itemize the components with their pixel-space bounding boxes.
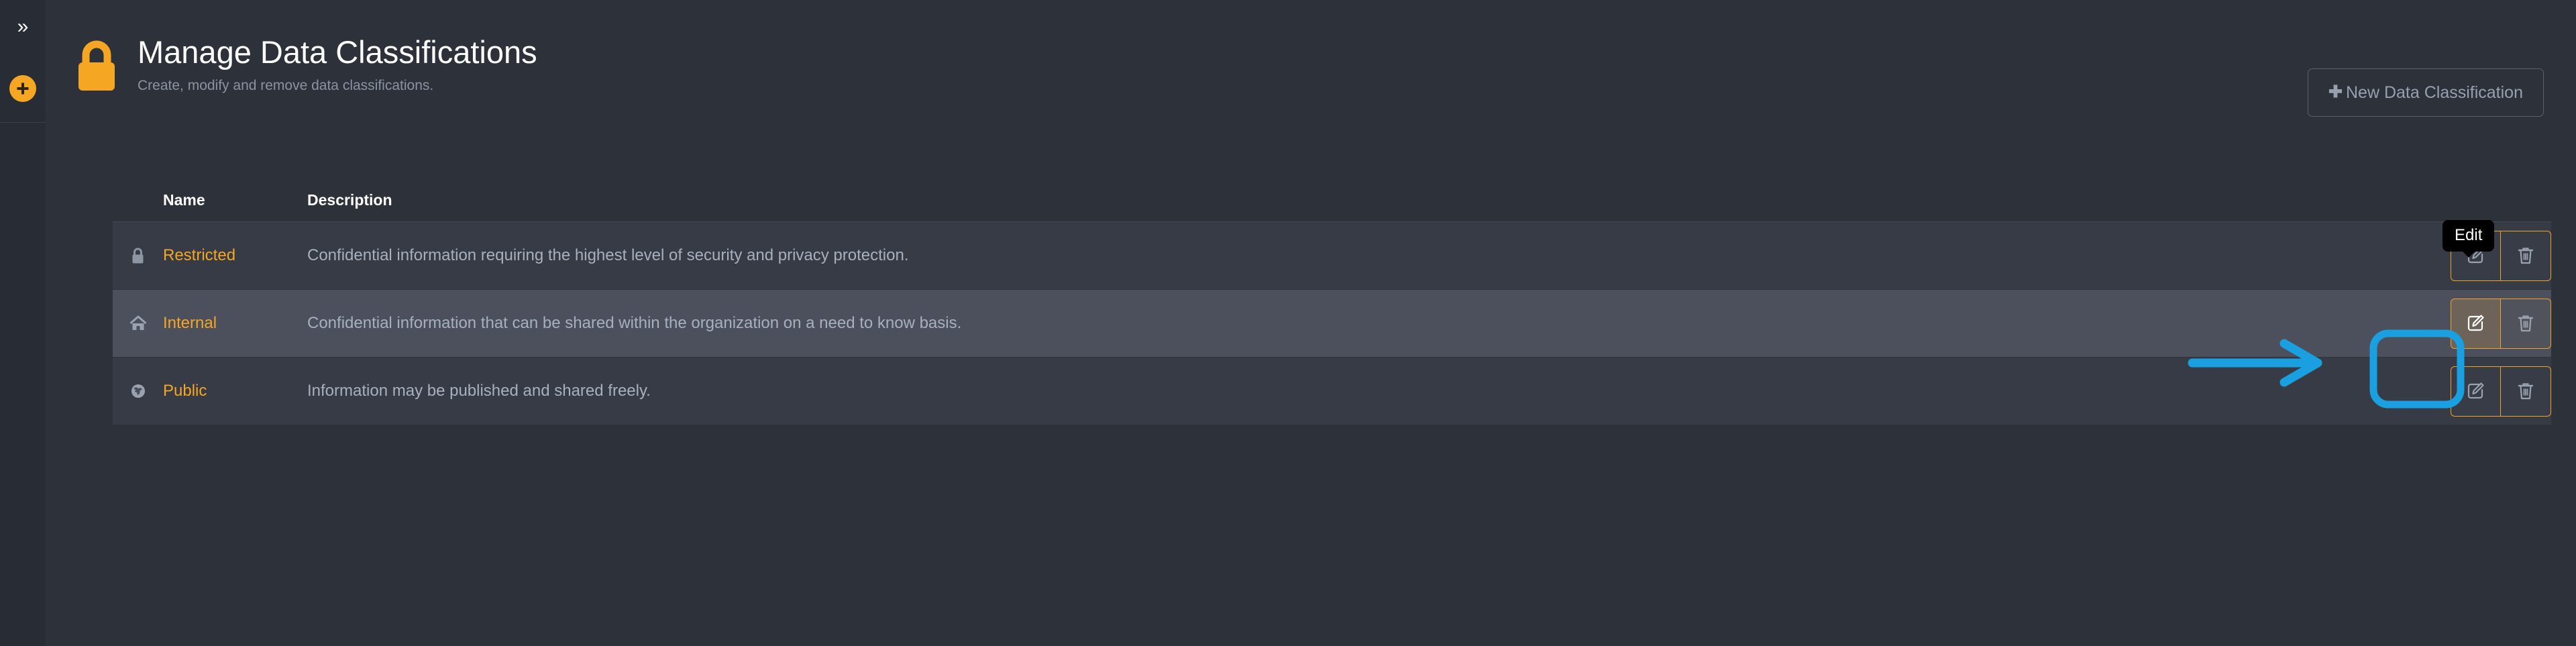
chevron-double-right-icon: »	[17, 15, 29, 38]
row-icon-cell	[113, 290, 163, 358]
row-description: Confidential information that can be sha…	[307, 314, 962, 332]
new-data-classification-label: New Data Classification	[2346, 83, 2523, 102]
trash-icon	[2517, 382, 2534, 400]
row-action-group	[2451, 366, 2551, 417]
trash-icon	[2517, 314, 2534, 333]
globe-icon	[130, 384, 146, 398]
column-header-icon	[113, 191, 163, 222]
column-header-name: Name	[163, 191, 307, 222]
sidebar-divider	[0, 122, 46, 123]
table-header-row: Name Description	[113, 191, 2551, 222]
page-header: Manage Data Classifications Create, modi…	[76, 35, 2544, 117]
edit-button[interactable]	[2451, 298, 2501, 349]
page-title: Manage Data Classifications	[138, 34, 537, 70]
plus-circle-icon	[15, 81, 30, 96]
row-action-group: Edit	[2443, 219, 2551, 281]
row-actions-cell: Edit	[2383, 219, 2551, 290]
trash-icon	[2517, 246, 2534, 265]
lock-icon	[131, 248, 145, 263]
row-icon-cell	[113, 358, 163, 425]
page-subtitle: Create, modify and remove data classific…	[138, 77, 434, 93]
row-actions-cell	[2383, 290, 2551, 358]
sidebar-add-button[interactable]	[9, 75, 36, 102]
column-header-actions	[2383, 191, 2551, 222]
plus-icon: ✚	[2328, 82, 2343, 101]
pencil-square-icon	[2467, 314, 2485, 333]
row-name[interactable]: Restricted	[163, 222, 307, 290]
row-name[interactable]: Public	[163, 358, 307, 425]
edit-button[interactable]	[2451, 366, 2501, 417]
edit-tooltip: Edit	[2443, 219, 2495, 258]
table-body: Restricted Confidential information requ…	[113, 219, 2551, 425]
column-header-description: Description	[307, 191, 2383, 222]
table-row[interactable]: Internal Confidential information that c…	[113, 289, 2551, 358]
delete-button[interactable]	[2501, 298, 2551, 349]
home-icon	[129, 315, 147, 330]
row-icon-cell	[113, 222, 163, 290]
sidebar-expand-toggle[interactable]: »	[0, 13, 46, 40]
delete-button[interactable]	[2501, 230, 2551, 281]
data-classifications-table-wrapper: Name Description Restricted Confidential…	[113, 191, 2551, 425]
lock-icon	[76, 35, 138, 93]
row-name[interactable]: Internal	[163, 290, 307, 358]
page-header-text: Manage Data Classifications Create, modi…	[138, 35, 537, 94]
data-classifications-table: Name Description Restricted Confidential…	[113, 191, 2551, 425]
app-root: » Manage Data Classifications Create, mo…	[0, 0, 2576, 646]
new-data-classification-button[interactable]: ✚ New Data Classification	[2308, 68, 2544, 117]
row-description: Information may be published and shared …	[307, 382, 651, 400]
row-actions-cell	[2383, 358, 2551, 425]
table-row[interactable]: Public Information may be published and …	[113, 357, 2551, 425]
table-header: Name Description	[113, 191, 2551, 222]
table-row[interactable]: Restricted Confidential information requ…	[113, 219, 2551, 290]
page-header-left: Manage Data Classifications Create, modi…	[76, 35, 537, 94]
sidebar: »	[0, 0, 46, 646]
row-description: Confidential information requiring the h…	[307, 246, 909, 264]
delete-button[interactable]	[2501, 366, 2551, 417]
pencil-square-icon	[2467, 382, 2485, 400]
row-action-group	[2451, 298, 2551, 349]
main-content: Manage Data Classifications Create, modi…	[46, 0, 2576, 646]
